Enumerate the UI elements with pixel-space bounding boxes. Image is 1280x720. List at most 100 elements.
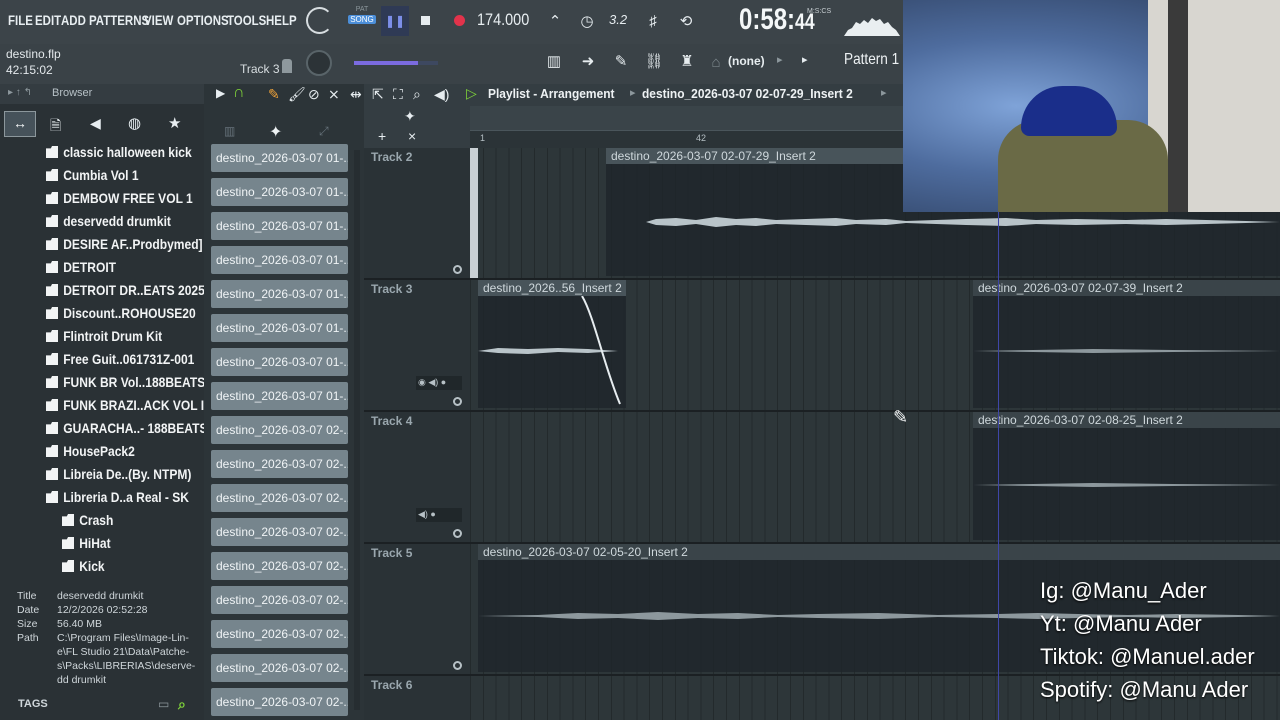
playhead[interactable] <box>998 148 999 720</box>
pattern-next-icon[interactable]: ▸ <box>802 53 808 66</box>
loop-record-icon[interactable]: ⟲ <box>675 10 697 32</box>
overview-strip[interactable] <box>470 106 904 130</box>
remove-track-icon[interactable]: × <box>408 128 416 144</box>
add-track-icon[interactable]: + <box>378 128 386 144</box>
browser-folder-item[interactable]: GUARACHA..- 188BEATS <box>46 420 207 436</box>
tempo-display[interactable]: 174.000 <box>477 10 529 30</box>
browser-folder-item[interactable]: DETROIT <box>46 259 116 275</box>
picker-clip-item[interactable]: destino_2026-03-07 02-... <box>211 620 348 648</box>
pattern-name[interactable]: Pattern 1 <box>844 51 899 69</box>
pattern-selector-none[interactable]: (none) <box>728 54 765 68</box>
track-3-label[interactable]: Track 3 <box>371 282 412 296</box>
menu-edit[interactable]: EDIT <box>35 12 61 28</box>
picker-audio-icon[interactable]: ✦ <box>269 122 282 142</box>
browser-folder-item[interactable]: classic halloween kick <box>46 144 192 160</box>
picker-clip-item[interactable]: destino_2026-03-07 02-... <box>211 450 348 478</box>
magnet-icon[interactable]: ∩ <box>233 84 245 102</box>
picker-clip-item[interactable]: destino_2026-03-07 02-... <box>211 654 348 682</box>
picker-clip-item[interactable]: destino_2026-03-07 01-... <box>211 178 348 206</box>
pencil-tool-icon[interactable]: ✎ <box>268 86 280 103</box>
folder-icon[interactable]: ▭ <box>158 697 169 711</box>
browser-folder-item[interactable]: FUNK BRAZI..ACK VOL II <box>46 397 207 413</box>
browser-folder-item[interactable]: Flintroit Drum Kit <box>46 328 162 344</box>
playlist-menu-arrow-icon[interactable]: ▶ <box>216 86 225 100</box>
track-3-controls[interactable]: ◉ ◀) ● <box>416 376 462 390</box>
picker-clip-item[interactable]: destino_2026-03-07 01-... <box>211 348 348 376</box>
metronome-icon[interactable]: ⌃ <box>544 10 566 32</box>
picker-clip-item[interactable]: destino_2026-03-07 02-... <box>211 552 348 580</box>
picker-clip-item[interactable]: destino_2026-03-07 01-... <box>211 212 348 240</box>
browser-folder-item[interactable]: Free Guit..061731Z-001 <box>46 351 194 367</box>
track-6-label[interactable]: Track 6 <box>371 678 412 692</box>
stop-button[interactable] <box>413 8 437 32</box>
pitch-slider[interactable] <box>354 61 438 65</box>
track-2-label[interactable]: Track 2 <box>371 150 412 164</box>
picker-automation-icon[interactable]: ⤢ <box>319 124 329 139</box>
audio-track-icon[interactable]: ✦ <box>404 108 416 125</box>
picker-clip-item[interactable]: destino_2026-03-07 02-... <box>211 484 348 512</box>
step-edit-icon[interactable]: ♯ <box>642 10 664 32</box>
track-5-label[interactable]: Track 5 <box>371 546 412 560</box>
audio-clip[interactable]: destino_2026-03-07 02-07-39_Insert 2 <box>973 280 1280 408</box>
browser-all-icon[interactable]: ↔ <box>4 111 36 137</box>
browser-folder-item[interactable]: Libreia De..(By. NTPM) <box>46 466 191 482</box>
picker-clip-item[interactable]: destino_2026-03-07 02-... <box>211 518 348 546</box>
picker-clip-item[interactable]: destino_2026-03-07 01-... <box>211 314 348 342</box>
picker-clip-item[interactable]: destino_2026-03-07 01-... <box>211 382 348 410</box>
track-2-led[interactable] <box>453 265 462 274</box>
playback-tool-icon[interactable]: ◀) <box>434 86 449 103</box>
picker-scrollbar[interactable] <box>354 150 360 710</box>
stamp-icon[interactable]: ♜ <box>676 50 698 72</box>
record-button[interactable] <box>447 8 471 32</box>
menu-options[interactable]: OPTIONS <box>177 12 229 28</box>
audio-clip[interactable]: destino_2026..56_Insert 2 <box>478 280 626 408</box>
browser-folder-item[interactable]: FUNK BR Vol..188BEATS <box>46 374 205 390</box>
wait-record-icon[interactable]: ◷ <box>576 10 598 32</box>
picker-mode-icon[interactable]: ▥ <box>224 124 235 138</box>
select-tool-icon[interactable]: ⛶ <box>393 86 403 103</box>
browser-subfolder-item[interactable]: Crash <box>62 512 113 528</box>
slip-tool-icon[interactable]: ⇹ <box>350 86 362 103</box>
channel-volume-knob[interactable] <box>306 50 332 76</box>
picker-clip-item[interactable]: destino_2026-03-07 01-... <box>211 280 348 308</box>
arrow-right-icon[interactable]: ➜ <box>577 50 599 72</box>
track-4-led[interactable] <box>453 529 462 538</box>
mute-tool-icon[interactable]: ⨯ <box>328 86 340 103</box>
pat-song-switch[interactable]: PAT SONG <box>348 6 376 34</box>
countdown-display[interactable]: 3.2 <box>609 12 627 27</box>
audio-clip[interactable]: destino_2026-03-07 02-08-25_Insert 2 <box>973 412 1280 540</box>
browser-folder-item[interactable]: HousePack2 <box>46 443 135 459</box>
browser-folder-item[interactable]: Cumbia Vol 1 <box>46 167 139 183</box>
picker-clip-item[interactable]: destino_2026-03-07 02-... <box>211 586 348 614</box>
browser-folder-item[interactable]: DEMBOW FREE VOL 1 <box>46 190 193 206</box>
menu-help[interactable]: HELP <box>266 12 297 28</box>
track-5-led[interactable] <box>453 661 462 670</box>
slice-tool-icon[interactable]: ⇱ <box>372 86 384 103</box>
picker-clip-item[interactable]: destino_2026-03-07 02-... <box>211 416 348 444</box>
track-3-led[interactable] <box>453 397 462 406</box>
browser-folder-item[interactable]: DESIRE AF..Prodbymed] <box>46 236 203 252</box>
browser-file-icon[interactable]: 🗎 <box>50 115 61 139</box>
pen-icon[interactable]: ✎ <box>610 50 632 72</box>
master-volume-knob[interactable] <box>306 7 333 34</box>
link-icon[interactable]: ⛓ <box>643 50 665 72</box>
browser-globe-icon[interactable]: ◍ <box>128 114 141 132</box>
track-4-label[interactable]: Track 4 <box>371 414 412 428</box>
zoom-tool-icon[interactable]: ⌕ <box>413 86 421 103</box>
picker-clip-item[interactable]: destino_2026-03-07 01-... <box>211 246 348 274</box>
browser-folder-item[interactable]: Discount..ROHOUSE20 <box>46 305 196 321</box>
brush-tool-icon[interactable]: 🖌 <box>288 86 306 103</box>
browser-star-icon[interactable]: ★ <box>168 114 181 132</box>
menu-tools[interactable]: TOOLS <box>227 12 266 28</box>
menu-patterns[interactable]: PATTERNS <box>89 12 149 28</box>
timeline-ruler[interactable]: 1 42 <box>470 130 904 148</box>
search-icon[interactable]: ⌕ <box>178 696 186 713</box>
pause-button[interactable]: ❚❚ <box>381 6 409 36</box>
browser-plugin-icon[interactable]: ◀ <box>90 115 101 132</box>
browser-folder-item[interactable]: deservedd drumkit <box>46 213 171 229</box>
picker-clip-item[interactable]: destino_2026-03-07 01-... <box>211 144 348 172</box>
browser-folder-item[interactable]: DETROIT DR..EATS 2025 <box>46 282 205 298</box>
picker-clip-item[interactable]: destino_2026-03-07 02-... <box>211 688 348 716</box>
track-4-controls[interactable]: ◀) ● <box>416 508 462 522</box>
piano-icon[interactable]: ▥ <box>543 50 565 72</box>
